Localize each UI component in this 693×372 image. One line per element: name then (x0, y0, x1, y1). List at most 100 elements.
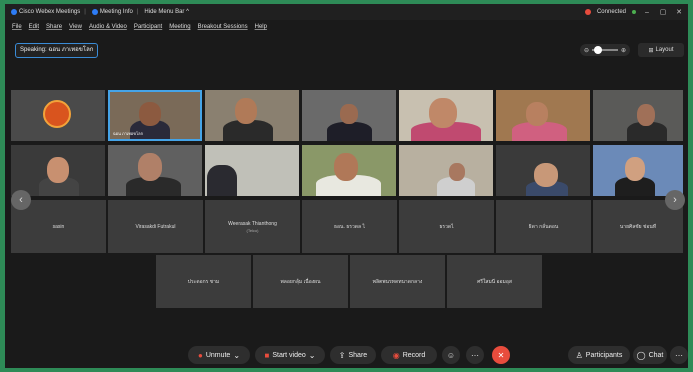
video-tile[interactable] (496, 145, 590, 196)
video-tile[interactable] (593, 90, 683, 141)
participant-name: sasin (52, 223, 65, 230)
participant-tile[interactable]: Weerasak Thianthong (Telco) (205, 200, 300, 253)
participant-face (449, 163, 465, 181)
camera-off-icon: ■ (264, 350, 270, 360)
video-tile-active-speaker[interactable]: ฉอน ภาเทอขโลก (108, 90, 202, 141)
participant-name: พลิตพนรทดทนาดกลาง (372, 278, 423, 285)
separator: | (136, 9, 139, 15)
video-tile[interactable] (205, 90, 299, 141)
video-tile[interactable] (399, 145, 493, 196)
participant-face (534, 163, 558, 187)
participant-tile[interactable]: ธรวดไ (399, 200, 494, 253)
participant-name: ฉอน ภาเทอขโลก (113, 131, 144, 136)
app-name: Cisco Webex Meetings (19, 9, 81, 15)
menu-breakout-sessions[interactable]: Breakout Sessions (198, 24, 248, 30)
separator: | (84, 9, 86, 15)
menu-share[interactable]: Share (46, 24, 62, 30)
participant-tile[interactable]: ธอน. ธรวดล ไ (302, 200, 397, 253)
record-icon: ◉ (392, 350, 400, 360)
participant-tile[interactable]: ประดอกร ชาม (156, 255, 251, 308)
menu-edit[interactable]: Edit (29, 24, 39, 30)
unmute-label: Unmute (205, 351, 231, 359)
menu-participant[interactable]: Participant (134, 24, 162, 30)
menu-audio-video[interactable]: Audio & Video (89, 24, 127, 30)
chat-icon: ◯ (636, 350, 646, 360)
hide-menu-bar-button[interactable]: Hide Menu Bar ^ (144, 9, 189, 15)
share-button[interactable]: ⇪ Share (330, 346, 376, 364)
chevron-down-icon[interactable]: ⌄ (233, 351, 240, 360)
more-icon: ⋯ (471, 350, 479, 360)
close-window-button[interactable]: ✕ (674, 8, 684, 16)
participant-tile[interactable]: พลอยกลุ้ม เนื่องผน (253, 255, 348, 308)
video-tile[interactable] (593, 145, 683, 196)
control-bar: ● Unmute ⌄ ■ Start video ⌄ ⇪ Share ◉ Rec… (5, 342, 688, 368)
participant-face (526, 102, 548, 126)
zoom-in-icon[interactable]: ⊕ (621, 47, 626, 54)
menu-bar: File Edit Share View Audio & Video Parti… (5, 21, 688, 33)
video-tile[interactable] (496, 90, 590, 141)
participant-face (625, 157, 645, 181)
maximize-button[interactable]: ▢ (658, 8, 668, 16)
participant-face (139, 102, 161, 126)
participant-face (340, 104, 358, 124)
video-tile[interactable] (11, 90, 105, 141)
participant-face (138, 153, 162, 181)
layout-icon: ⊞ (648, 47, 654, 54)
participant-tile[interactable]: พลิตพนรทดทนาดกลาง (350, 255, 445, 308)
record-label: Record (402, 351, 426, 359)
participant-tile[interactable]: ธิดา กลั่นดอน (496, 200, 591, 253)
more-icon: ⋯ (675, 350, 683, 360)
layout-button[interactable]: ⊞ Layout (638, 43, 684, 57)
menu-file[interactable]: File (12, 24, 22, 30)
participant-name: ธรวดไ (439, 223, 454, 230)
participant-face (637, 104, 655, 126)
meeting-info-button[interactable]: Meeting Info (91, 9, 133, 15)
connection-status: Connected (596, 9, 626, 15)
participant-tile[interactable]: Virasakdi Futrakul (108, 200, 203, 253)
unmute-button[interactable]: ● Unmute ⌄ (188, 346, 250, 364)
video-tile[interactable] (11, 145, 105, 196)
next-page-button[interactable]: › (665, 190, 685, 210)
signal-icon (632, 10, 636, 14)
share-icon: ⇪ (338, 350, 346, 360)
participant-tile[interactable]: ศรีใสมนี ออมอุส (447, 255, 542, 308)
menu-help[interactable]: Help (255, 24, 267, 30)
previous-page-button[interactable]: ‹ (11, 190, 31, 210)
start-video-button[interactable]: ■ Start video ⌄ (255, 346, 325, 364)
chat-label: Chat (648, 351, 664, 359)
emblem-avatar (43, 100, 71, 128)
minimize-button[interactable]: – (642, 9, 652, 16)
chat-button[interactable]: ◯ Chat (633, 346, 667, 364)
video-tile[interactable] (399, 90, 493, 141)
more-options-button[interactable]: ⋯ (466, 346, 484, 364)
webex-logo-icon (11, 9, 17, 15)
speaking-indicator: Speaking: ฉอน ภาเทอขโลก (15, 43, 99, 58)
participants-button[interactable]: ♙ Participants (568, 346, 630, 364)
participant-name: Virasakdi Futrakul (135, 223, 176, 230)
participant-body (327, 122, 372, 141)
webex-window: Cisco Webex Meetings | Meeting Info | Hi… (5, 4, 688, 368)
participant-name: ประดอกร ชาม (187, 278, 220, 285)
record-button[interactable]: ◉ Record (381, 346, 437, 364)
zoom-knob[interactable] (594, 46, 602, 54)
participant-name: Weerasak Thianthong (228, 220, 277, 227)
menu-meeting[interactable]: Meeting (169, 24, 190, 30)
meeting-info-label: Meeting Info (99, 9, 133, 15)
hide-menu-label: Hide Menu Bar ^ (144, 9, 189, 15)
recording-status-icon (584, 9, 591, 15)
microphone-muted-icon: ● (197, 350, 203, 360)
video-tile[interactable] (302, 145, 396, 196)
zoom-out-icon[interactable]: ⊖ (584, 47, 589, 54)
zoom-slider[interactable]: ⊖ ⊕ (580, 44, 630, 56)
more-panels-button[interactable]: ⋯ (670, 346, 688, 364)
video-tile[interactable] (302, 90, 396, 141)
video-tile[interactable] (108, 145, 202, 196)
video-tile[interactable] (205, 145, 299, 196)
reactions-button[interactable]: ☺ (442, 346, 460, 364)
leave-meeting-button[interactable]: ✕ (492, 346, 510, 364)
participant-face (235, 98, 257, 124)
menu-view[interactable]: View (69, 24, 82, 30)
title-bar: Cisco Webex Meetings | Meeting Info | Hi… (5, 4, 688, 20)
chevron-down-icon[interactable]: ⌄ (309, 351, 316, 360)
participants-label: Participants (585, 351, 623, 359)
